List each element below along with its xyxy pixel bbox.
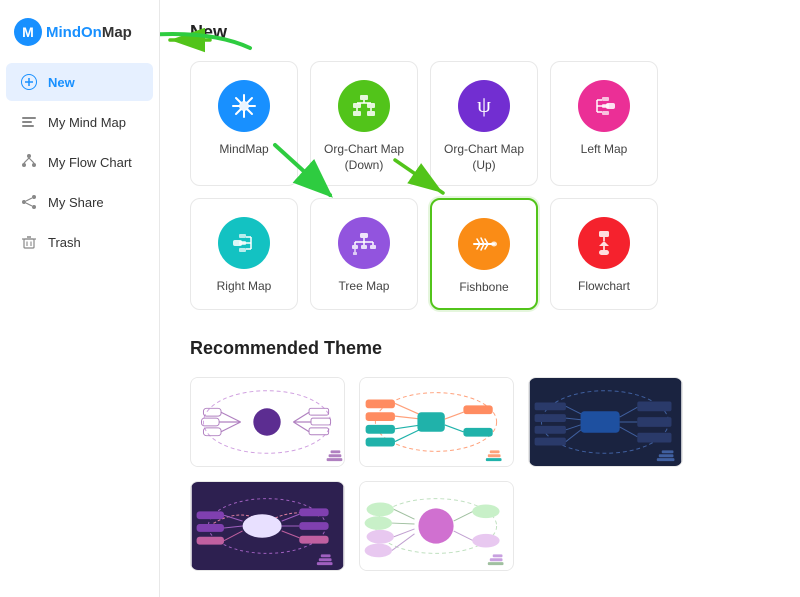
fishbone-icon xyxy=(458,218,510,270)
mindmap-label: MindMap xyxy=(219,142,268,158)
sidebar: M MindOnMap New My Mind Map My Flow Char… xyxy=(0,0,160,597)
sidebar-item-trash[interactable]: Trash xyxy=(6,223,153,261)
logo: M MindOnMap xyxy=(0,10,159,62)
themes-grid xyxy=(190,377,770,571)
mindmap-icon xyxy=(218,80,270,132)
rightmap-label: Right Map xyxy=(217,279,272,295)
trash-icon xyxy=(20,233,38,251)
template-grid: MindMap Org-Chart Map (Down) xyxy=(190,61,770,310)
logo-text: MindOnMap xyxy=(46,24,132,41)
template-card-flowchart[interactable]: Flowchart xyxy=(550,198,658,310)
sidebar-item-myflowchart-label: My Flow Chart xyxy=(48,155,132,170)
leftmap-icon xyxy=(578,80,630,132)
theme-preview-3 xyxy=(529,378,682,466)
sidebar-item-myshare-label: My Share xyxy=(48,195,104,210)
theme-card-3[interactable] xyxy=(528,377,683,467)
sidebar-item-trash-label: Trash xyxy=(48,235,81,250)
theme-card-4[interactable] xyxy=(190,481,345,571)
sidebar-item-new-label: New xyxy=(48,75,75,90)
main-content: New MindMap xyxy=(160,0,800,597)
new-section-title: New xyxy=(190,22,770,43)
template-card-mindmap[interactable]: MindMap xyxy=(190,61,298,186)
myflowchart-icon xyxy=(20,153,38,171)
orgdown-icon xyxy=(338,80,390,132)
theme-card-1[interactable] xyxy=(190,377,345,467)
logo-icon: M xyxy=(14,18,42,46)
mymindmap-icon xyxy=(20,113,38,131)
fishbone-label: Fishbone xyxy=(459,280,508,296)
theme-preview-4 xyxy=(191,482,344,570)
sidebar-item-myflowchart[interactable]: My Flow Chart xyxy=(6,143,153,181)
sidebar-item-myshare[interactable]: My Share xyxy=(6,183,153,221)
theme-card-2[interactable] xyxy=(359,377,514,467)
template-card-orgdown[interactable]: Org-Chart Map (Down) xyxy=(310,61,418,186)
recommended-theme-title: Recommended Theme xyxy=(190,338,770,359)
treemap-label: Tree Map xyxy=(339,279,390,295)
myshare-icon xyxy=(20,193,38,211)
sidebar-item-mymindmap[interactable]: My Mind Map xyxy=(6,103,153,141)
leftmap-label: Left Map xyxy=(581,142,628,158)
treemap-icon xyxy=(338,217,390,269)
orgup-label: Org-Chart Map (Up) xyxy=(439,142,529,173)
template-card-leftmap[interactable]: Left Map xyxy=(550,61,658,186)
orgdown-label: Org-Chart Map (Down) xyxy=(324,142,404,173)
sidebar-item-new[interactable]: New xyxy=(6,63,153,101)
theme-preview-2 xyxy=(360,378,513,466)
template-card-orgup[interactable]: ψ Org-Chart Map (Up) xyxy=(430,61,538,186)
template-card-rightmap[interactable]: Right Map xyxy=(190,198,298,310)
theme-preview-1 xyxy=(191,378,344,466)
new-icon xyxy=(20,73,38,91)
svg-text:ψ: ψ xyxy=(477,92,491,117)
orgup-icon: ψ xyxy=(458,80,510,132)
theme-preview-5 xyxy=(360,482,513,570)
flowchart-icon xyxy=(578,217,630,269)
template-card-fishbone[interactable]: Fishbone xyxy=(430,198,538,310)
template-card-treemap[interactable]: Tree Map xyxy=(310,198,418,310)
sidebar-item-mymindmap-label: My Mind Map xyxy=(48,115,126,130)
flowchart-label: Flowchart xyxy=(578,279,630,295)
theme-card-5[interactable] xyxy=(359,481,514,571)
rightmap-icon xyxy=(218,217,270,269)
